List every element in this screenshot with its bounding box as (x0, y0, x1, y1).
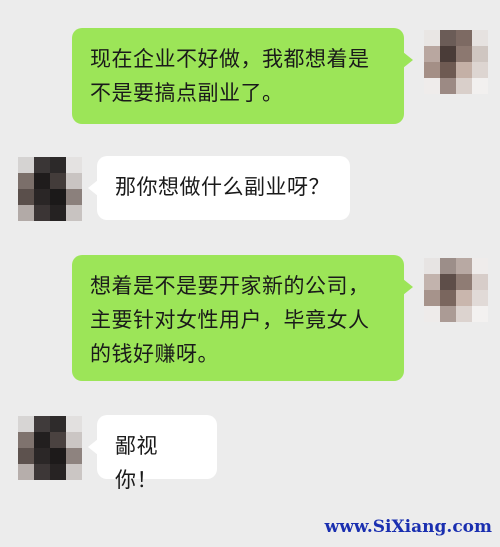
avatar[interactable] (18, 416, 82, 480)
message-bubble-incoming[interactable]: 鄙视你！ (88, 415, 217, 492)
message-text: 鄙视你！ (115, 434, 158, 492)
message-bubble-outgoing[interactable]: 想着是不是要开家新的公司，主要针对女性用户，毕竟女人的钱好赚呀。 (72, 255, 413, 381)
avatar[interactable] (424, 258, 488, 322)
message-bubble-outgoing[interactable]: 现在企业不好做，我都想着是不是要搞点副业了。 (72, 28, 413, 124)
message-bubble-incoming[interactable]: 那你想做什么副业呀？ (88, 156, 350, 220)
watermark: www.SiXiang.com (324, 517, 492, 537)
message-text: 那你想做什么副业呀？ (115, 175, 330, 199)
message-text: 现在企业不好做，我都想着是不是要搞点副业了。 (90, 47, 370, 105)
message-text: 想着是不是要开家新的公司，主要针对女性用户，毕竟女人的钱好赚呀。 (90, 274, 370, 366)
avatar[interactable] (424, 30, 488, 94)
avatar[interactable] (18, 157, 82, 221)
